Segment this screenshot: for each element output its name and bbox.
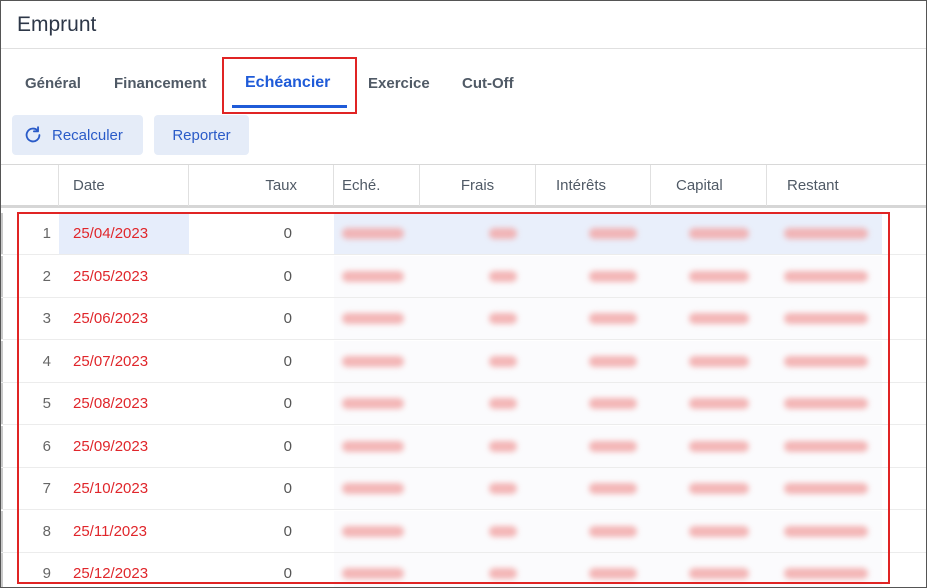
column-header-interets[interactable]: Intérêts	[536, 165, 651, 206]
recalculer-button[interactable]: Recalculer	[12, 115, 143, 155]
column-header-date[interactable]: Date	[59, 165, 189, 206]
column-header-restant[interactable]: Restant	[767, 165, 926, 206]
recalculer-label: Recalculer	[52, 126, 123, 144]
title-bar: Emprunt	[1, 1, 926, 49]
rows-highlight-box	[17, 212, 890, 584]
index-column-header	[1, 165, 59, 206]
column-header-taux[interactable]: Taux	[189, 165, 334, 206]
reporter-label: Reporter	[172, 126, 231, 144]
tab-highlight-box	[222, 57, 357, 114]
tab-bar: Général Financement Echéancier Exercice …	[1, 49, 926, 114]
column-header-eche[interactable]: Eché.	[334, 165, 420, 206]
reporter-button[interactable]: Reporter	[154, 115, 249, 155]
tab-cut-off[interactable]: Cut-Off	[462, 75, 514, 92]
window-title: Emprunt	[17, 13, 97, 36]
tab-financement[interactable]: Financement	[114, 75, 207, 92]
emprunt-window: Emprunt Général Financement Echéancier E…	[0, 0, 927, 588]
table-header: Date Taux Eché. Frais Intérêts Capital R…	[1, 164, 926, 208]
tab-exercice[interactable]: Exercice	[368, 75, 430, 92]
tab-general[interactable]: Général	[25, 75, 81, 92]
column-header-frais[interactable]: Frais	[420, 165, 536, 206]
column-header-capital[interactable]: Capital	[651, 165, 767, 206]
toolbar: Recalculer Reporter	[1, 113, 926, 163]
refresh-icon	[25, 126, 41, 143]
